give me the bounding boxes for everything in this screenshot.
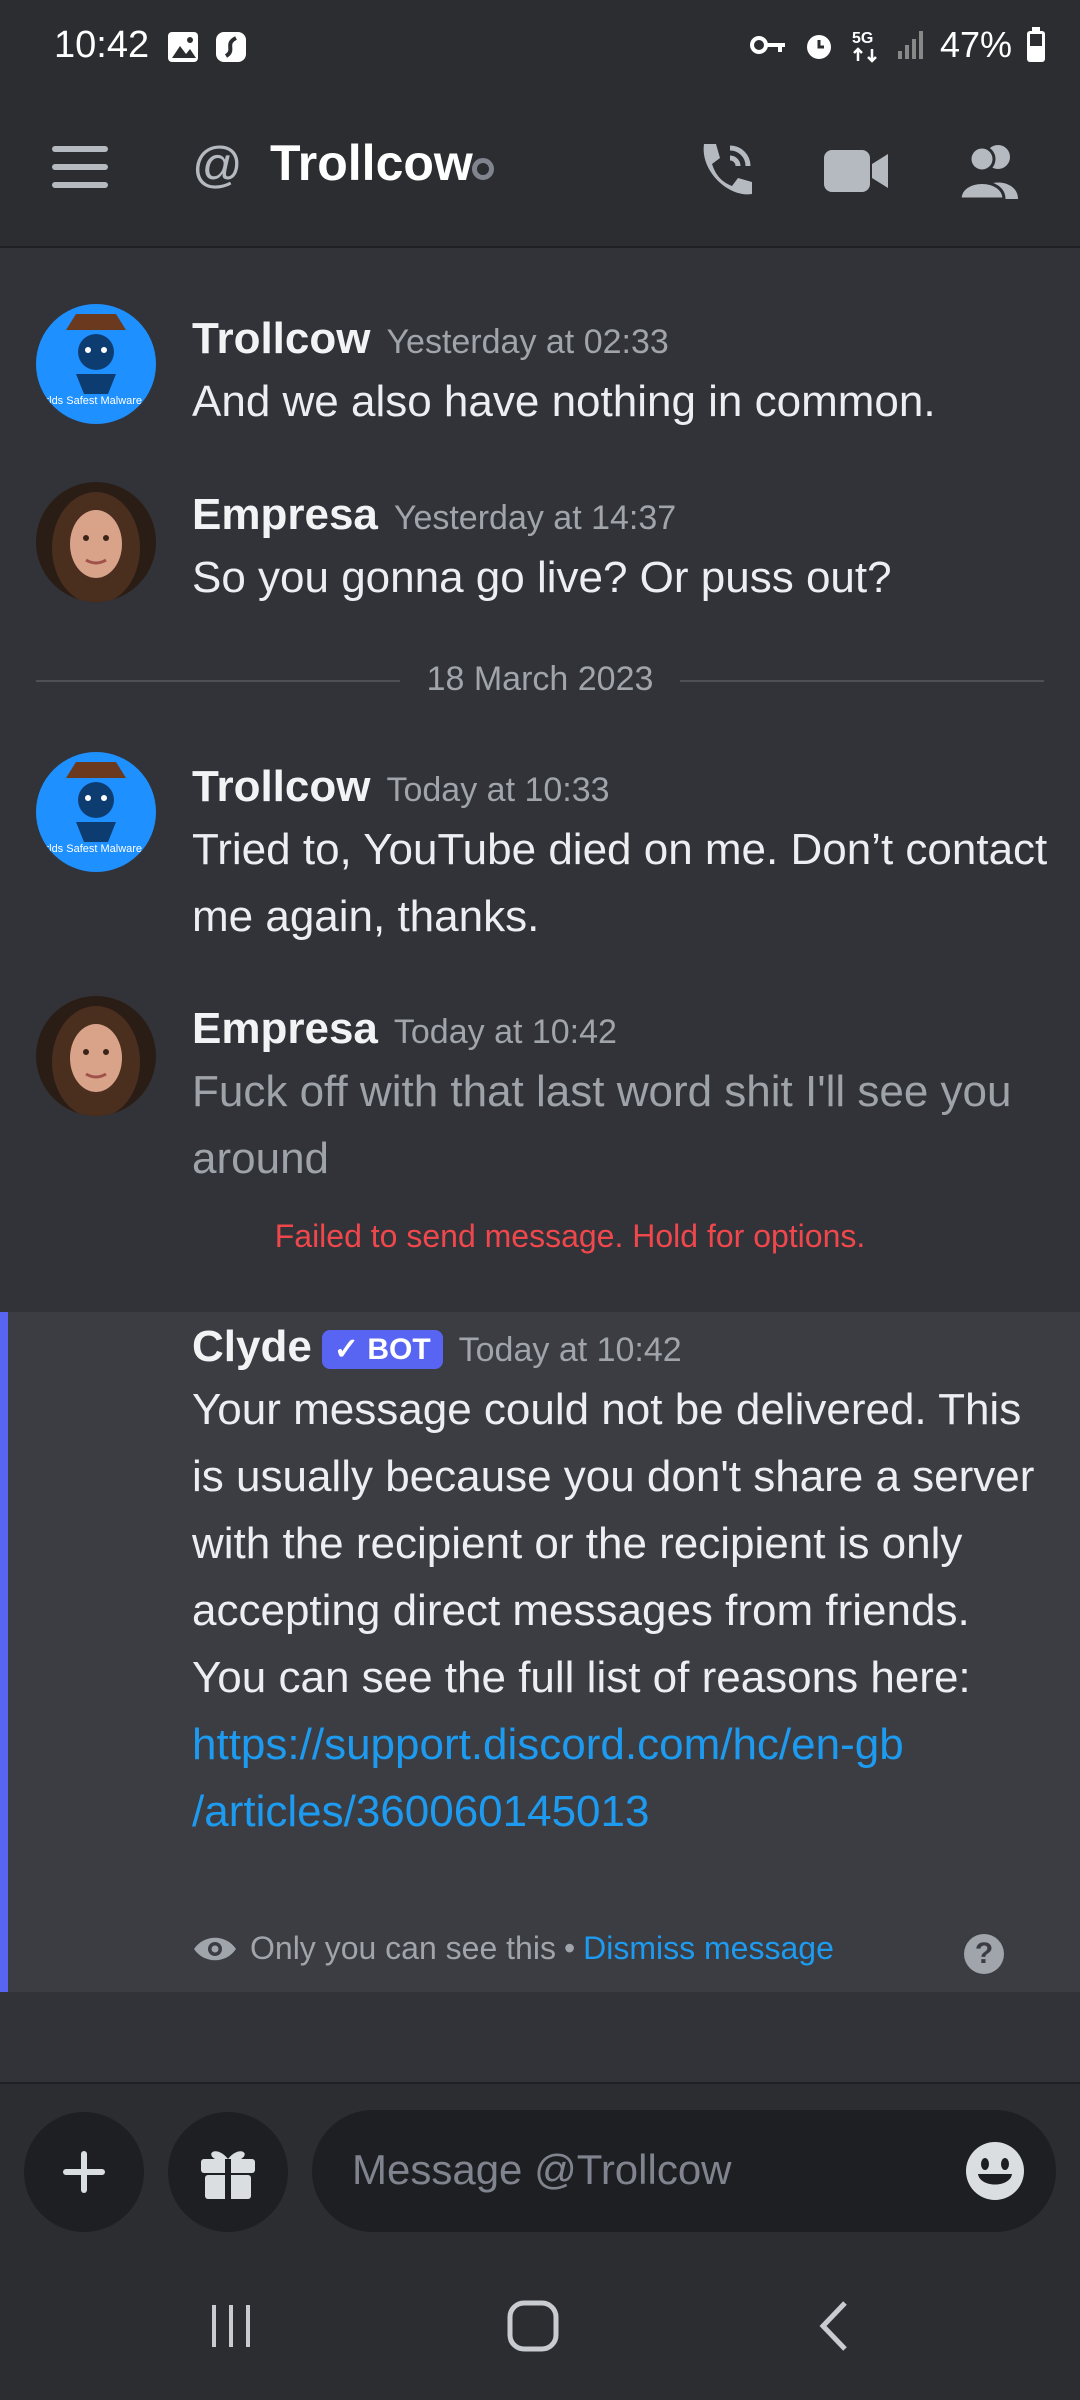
message-author-line: Trollcow Today at 10:33	[192, 762, 610, 812]
dm-at-icon: @	[192, 137, 243, 193]
offline-status-icon	[472, 158, 494, 180]
recent-apps-icon	[212, 2305, 250, 2347]
clyde-message-text: Your message could not be delivered. Thi…	[192, 1376, 1052, 1845]
member-list-button[interactable]	[950, 132, 1028, 210]
signal-icon	[897, 31, 923, 59]
send-failed-notice[interactable]: Failed to send message. Hold for options…	[0, 1218, 1080, 1255]
check-icon: ✓	[333, 1332, 359, 1366]
back-button[interactable]	[800, 2298, 870, 2354]
author-name[interactable]: Trollcow	[192, 314, 370, 363]
trollcow-avatar[interactable]: Worlds Safest Malware.exe	[36, 752, 156, 872]
empresa-avatar[interactable]	[36, 482, 156, 602]
footer-separator: •	[563, 1930, 576, 1966]
message-author-line: Empresa Yesterday at 14:37	[192, 490, 676, 540]
home-button[interactable]	[498, 2298, 568, 2354]
date-divider-label: 18 March 2023	[400, 660, 680, 699]
timestamp: Yesterday at 14:37	[393, 499, 677, 537]
trollcow-avatar-image: Worlds Safest Malware.exe	[36, 304, 156, 424]
author-name[interactable]: Trollcow	[192, 762, 370, 811]
ephemeral-footer: Only you can see this • Dismiss message	[192, 1930, 834, 1967]
message-text: And we also have nothing in common.	[192, 377, 936, 426]
channel-header: @ Trollcow	[0, 96, 1080, 248]
message-input-container[interactable]	[312, 2110, 1056, 2232]
channel-title[interactable]: Trollcow	[270, 134, 473, 192]
system-navigation-bar	[0, 2252, 1080, 2400]
gift-button[interactable]	[168, 2112, 288, 2232]
message-text: So you gonna go live? Or puss out?	[192, 553, 892, 602]
status-left-icons	[166, 30, 248, 64]
author-name[interactable]: Empresa	[192, 1004, 378, 1053]
svg-text:Worlds Safest Malware.exe: Worlds Safest Malware.exe	[36, 843, 156, 855]
plus-icon	[63, 2151, 105, 2193]
bot-badge: ✓ BOT	[321, 1329, 443, 1369]
empresa-avatar-image	[36, 482, 156, 602]
trollcow-avatar[interactable]: Worlds Safest Malware.exe	[36, 304, 156, 424]
author-name[interactable]: Empresa	[192, 490, 378, 539]
attach-button[interactable]	[24, 2112, 144, 2232]
home-icon	[507, 2300, 559, 2352]
timestamp: Today at 10:33	[386, 771, 610, 809]
only-you-label: Only you can see this	[250, 1930, 556, 1966]
vpn-key-icon	[749, 36, 785, 54]
trollcow-avatar-image: Worlds Safest Malware.exe	[36, 752, 156, 872]
emoji-icon[interactable]	[964, 2140, 1026, 2202]
svg-text:5G: 5G	[852, 30, 873, 47]
recent-apps-button[interactable]	[196, 2298, 266, 2354]
battery-percent: 47%	[939, 24, 1012, 65]
empresa-avatar-image	[36, 996, 156, 1116]
network-5g-icon: 5G	[852, 30, 877, 63]
svg-text:Worlds Safest Malware.exe: Worlds Safest Malware.exe	[36, 395, 156, 407]
battery-icon	[1027, 27, 1045, 62]
timestamp: Yesterday at 02:33	[386, 323, 669, 361]
gallery-icon	[168, 32, 198, 62]
message-input[interactable]	[352, 2140, 932, 2200]
message-text: Fuck off with that last word shit I'll s…	[192, 1067, 1012, 1183]
status-time: 10:42	[54, 24, 150, 66]
message-composer	[0, 2082, 1080, 2252]
empresa-avatar[interactable]	[36, 996, 156, 1116]
phone-call-icon	[703, 144, 752, 195]
status-bar: 10:42 5G 47%	[0, 0, 1080, 96]
clyde-body-text: Your message could not be delivered. Thi…	[192, 1385, 1035, 1702]
back-icon	[819, 2301, 847, 2351]
app-notification-icon	[216, 32, 246, 62]
support-link[interactable]: https://support.discord.com/hc/en-gb/art…	[192, 1720, 904, 1836]
clyde-bot-message[interactable]: Clyde ✓ BOT Today at 10:42 Your message co…	[0, 1312, 1080, 1992]
timestamp: Today at 10:42	[458, 1331, 682, 1369]
gift-icon	[201, 2151, 255, 2199]
timestamp: Today at 10:42	[393, 1013, 617, 1051]
message-author-line: Trollcow Yesterday at 02:33	[192, 314, 669, 364]
dismiss-message-link[interactable]: Dismiss message	[583, 1930, 834, 1967]
video-call-button[interactable]	[818, 132, 896, 210]
alarm-icon	[806, 35, 831, 59]
eye-icon	[194, 1937, 236, 1960]
video-camera-icon	[824, 150, 888, 192]
author-name[interactable]: Clyde	[192, 1322, 312, 1371]
voice-call-button[interactable]	[686, 132, 764, 210]
message-text: Tried to, YouTube died on me. Don’t cont…	[192, 825, 1048, 941]
message-author-line: Empresa Today at 10:42	[192, 1004, 617, 1054]
status-right-icons: 5G 47%	[749, 24, 1046, 66]
hamburger-menu-icon[interactable]	[52, 144, 112, 190]
people-icon	[958, 145, 1018, 201]
help-icon[interactable]: ?	[964, 1934, 1004, 1974]
message-author-line: Clyde ✓ BOT Today at 10:42	[192, 1322, 682, 1372]
